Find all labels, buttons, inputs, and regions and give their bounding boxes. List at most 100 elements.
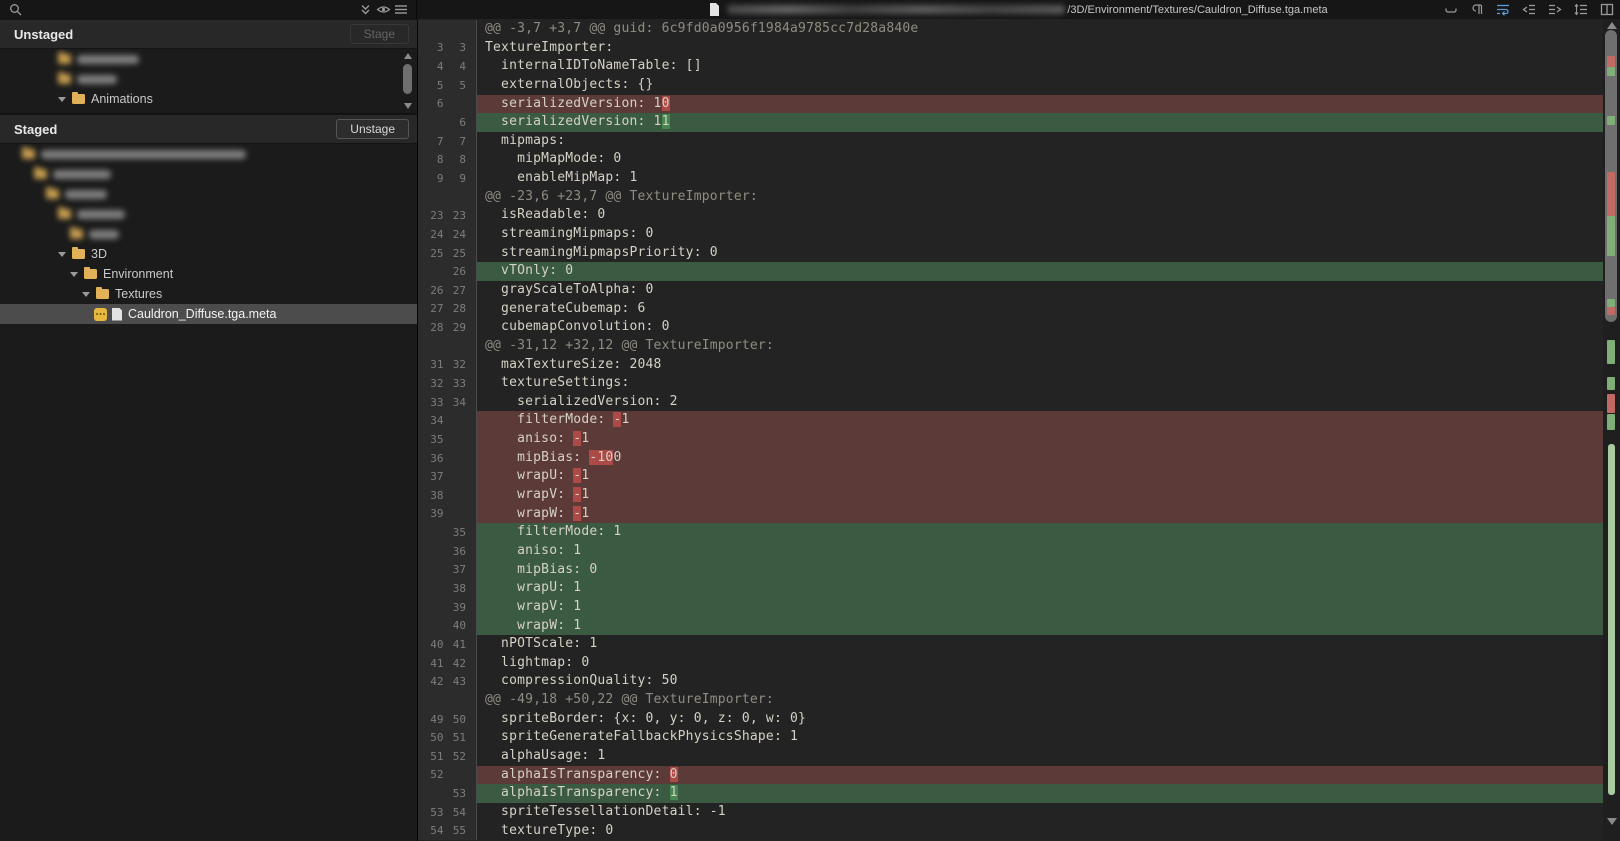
- diff-line-removed[interactable]: 52 alphaIsTransparency: 0: [418, 766, 1603, 785]
- diff-line-context[interactable]: 2323 isReadable: 0: [418, 206, 1603, 225]
- diff-line-removed[interactable]: 37 wrapU: -1: [418, 467, 1603, 486]
- tree-item-folder[interactable]: [0, 49, 417, 69]
- diff-line-added[interactable]: 6 serializedVersion: 11: [418, 113, 1603, 132]
- diff-line-added[interactable]: 53 alphaIsTransparency: 1: [418, 784, 1603, 803]
- scrollbar-thumb[interactable]: [403, 64, 412, 94]
- diff-line-context[interactable]: 3132 maxTextureSize: 2048: [418, 356, 1603, 375]
- diff-line-removed[interactable]: 35 aniso: -1: [418, 430, 1603, 449]
- tree-item-file[interactable]: Cauldron_Diffuse.tga.meta: [0, 304, 417, 324]
- code-text: internalIDToNameTable: []: [477, 57, 1603, 76]
- diff-line-removed[interactable]: 36 mipBias: -100: [418, 449, 1603, 468]
- tree-item-folder[interactable]: Environment: [0, 264, 417, 284]
- diff-line-removed[interactable]: 6 serializedVersion: 10: [418, 95, 1603, 114]
- scroll-up-icon[interactable]: [404, 53, 412, 59]
- diff-line-context[interactable]: 2728 generateCubemap: 6: [418, 300, 1603, 319]
- diff-line-added[interactable]: 37 mipBias: 0: [418, 561, 1603, 580]
- diff-line-context[interactable]: 5455 textureType: 0: [418, 822, 1603, 841]
- scroll-down-icon[interactable]: [404, 103, 412, 109]
- tree-item-folder[interactable]: [0, 144, 417, 164]
- diff-line-removed[interactable]: 34 filterMode: -1: [418, 411, 1603, 430]
- tree-item-folder[interactable]: [0, 184, 417, 204]
- preview-eye-icon[interactable]: [374, 2, 392, 18]
- line-number-gutter: 53: [418, 784, 477, 803]
- overscroll-icon[interactable]: [1442, 2, 1460, 18]
- line-number-gutter: 5455: [418, 822, 477, 841]
- diff-line-added[interactable]: 36 aniso: 1: [418, 542, 1603, 561]
- diff-line-added[interactable]: 35 filterMode: 1: [418, 523, 1603, 542]
- tree-item-folder[interactable]: Animations: [0, 89, 417, 109]
- code-text: vTOnly: 0: [477, 262, 1603, 281]
- folder-icon: [84, 269, 97, 279]
- main-area: Unstaged Stage Animations Staged Unstage…: [0, 19, 1620, 841]
- stage-button[interactable]: Stage: [350, 24, 409, 44]
- code-text: wrapU: 1: [477, 579, 1603, 598]
- diff-line-context[interactable]: 88 mipMapMode: 0: [418, 150, 1603, 169]
- diff-line-context[interactable]: 55 externalObjects: {}: [418, 76, 1603, 95]
- folder-icon: [22, 149, 35, 159]
- menu-icon[interactable]: [392, 2, 410, 18]
- hunk-header-row[interactable]: @@ -23,6 +23,7 @@ TextureImporter:: [418, 188, 1603, 207]
- tree-item-folder[interactable]: [0, 69, 417, 89]
- disclosure-triangle-icon[interactable]: [58, 97, 66, 102]
- unstage-button[interactable]: Unstage: [336, 119, 409, 139]
- diff-line-context[interactable]: 4041 nPOTScale: 1: [418, 635, 1603, 654]
- line-number-gutter: 5354: [418, 803, 477, 822]
- code-text: grayScaleToAlpha: 0: [477, 281, 1603, 300]
- line-spacing-icon[interactable]: [1572, 2, 1590, 18]
- file-path-title: /3D/Environment/Textures/Cauldron_Diffus…: [417, 3, 1620, 16]
- diff-line-context[interactable]: 3233 textureSettings:: [418, 374, 1603, 393]
- diff-line-context[interactable]: 99 enableMipMap: 1: [418, 169, 1603, 188]
- diff-line-added[interactable]: 40 wrapW: 1: [418, 617, 1603, 636]
- code-text: filterMode: 1: [477, 523, 1603, 542]
- tree-item-folder[interactable]: Textures: [0, 284, 417, 304]
- disclosure-triangle-icon[interactable]: [58, 252, 66, 257]
- diff-line-context[interactable]: 5354 spriteTessellationDetail: -1: [418, 803, 1603, 822]
- tree-item-folder[interactable]: 3D: [0, 244, 417, 264]
- diff-line-removed[interactable]: 39 wrapW: -1: [418, 505, 1603, 524]
- code-text: spriteGenerateFallbackPhysicsShape: 1: [477, 728, 1603, 747]
- diff-line-added[interactable]: 39 wrapV: 1: [418, 598, 1603, 617]
- diff-line-context[interactable]: 33TextureImporter:: [418, 39, 1603, 58]
- hunk-header-row[interactable]: @@ -31,12 +32,12 @@ TextureImporter:: [418, 337, 1603, 356]
- diff-scrollbar[interactable]: [1603, 19, 1620, 841]
- unstaged-tree-scrollbar[interactable]: [402, 51, 414, 111]
- code-text: alphaIsTransparency: 1: [477, 784, 1603, 803]
- code-text: wrapW: 1: [477, 617, 1603, 636]
- diff-line-context[interactable]: 2424 streamingMipmaps: 0: [418, 225, 1603, 244]
- disclosure-triangle-icon[interactable]: [70, 272, 78, 277]
- diff-line-context[interactable]: 5051 spriteGenerateFallbackPhysicsShape:…: [418, 728, 1603, 747]
- search-icon[interactable]: [6, 2, 24, 18]
- show-whitespace-icon[interactable]: [1468, 2, 1486, 18]
- line-number-gutter: 39: [418, 505, 477, 524]
- line-number-gutter: [418, 691, 477, 710]
- tree-item-folder[interactable]: [0, 204, 417, 224]
- diff-line-context[interactable]: 4950 spriteBorder: {x: 0, y: 0, z: 0, w:…: [418, 710, 1603, 729]
- diff-line-context[interactable]: 5152 alphaUsage: 1: [418, 747, 1603, 766]
- diff-line-removed[interactable]: 38 wrapV: -1: [418, 486, 1603, 505]
- tree-item-folder[interactable]: [0, 224, 417, 244]
- diff-line-context[interactable]: 2829 cubemapConvolution: 0: [418, 318, 1603, 337]
- shift-right-icon[interactable]: [1546, 2, 1564, 18]
- diff-line-context[interactable]: 4142 lightmap: 0: [418, 654, 1603, 673]
- hunk-header-row[interactable]: @@ -3,7 +3,7 @@ guid: 6c9fd0a0956f1984a9…: [418, 20, 1603, 39]
- diff-line-context[interactable]: 77 mipmaps:: [418, 132, 1603, 151]
- tree-item-folder[interactable]: [0, 164, 417, 184]
- side-by-side-icon[interactable]: [1598, 2, 1616, 18]
- diff-line-context[interactable]: 4243 compressionQuality: 50: [418, 672, 1603, 691]
- line-number-gutter: 2829: [418, 318, 477, 337]
- diff-line-added[interactable]: 38 wrapU: 1: [418, 579, 1603, 598]
- unstaged-file-tree: Animations: [0, 49, 417, 114]
- diff-line-context[interactable]: 44 internalIDToNameTable: []: [418, 57, 1603, 76]
- scroll-down-icon[interactable]: [1607, 818, 1617, 825]
- diff-line-added[interactable]: 26 vTOnly: 0: [418, 262, 1603, 281]
- folder-icon: [34, 169, 47, 179]
- diff-line-context[interactable]: 3334 serializedVersion: 2: [418, 393, 1603, 412]
- diff-line-context[interactable]: 2627 grayScaleToAlpha: 0: [418, 281, 1603, 300]
- shift-left-icon[interactable]: [1520, 2, 1538, 18]
- scroll-up-icon[interactable]: [1607, 22, 1617, 29]
- word-wrap-icon[interactable]: [1494, 2, 1512, 18]
- disclosure-triangle-icon[interactable]: [82, 292, 90, 297]
- diff-line-context[interactable]: 2525 streamingMipmapsPriority: 0: [418, 244, 1603, 263]
- collapse-all-icon[interactable]: [356, 2, 374, 18]
- hunk-header-row[interactable]: @@ -49,18 +50,22 @@ TextureImporter:: [418, 691, 1603, 710]
